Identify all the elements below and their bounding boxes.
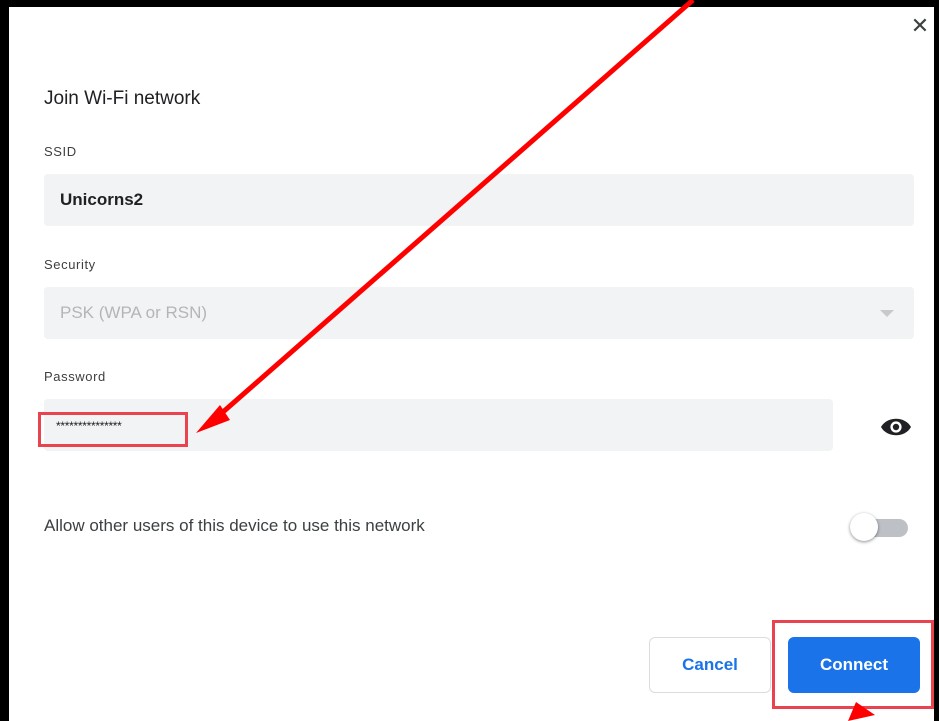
ssid-input[interactable]: Unicorns2 [44, 174, 914, 226]
toggle-knob [850, 513, 878, 541]
password-label: Password [44, 369, 106, 384]
screenshot-frame-top [0, 0, 939, 7]
share-network-toggle[interactable] [850, 512, 910, 542]
connect-button[interactable]: Connect [788, 637, 920, 693]
join-wifi-dialog [9, 7, 934, 721]
close-icon[interactable]: ✕ [907, 13, 933, 39]
security-select[interactable]: PSK (WPA or RSN) [44, 287, 914, 339]
dialog-title: Join Wi-Fi network [44, 88, 201, 109]
password-input[interactable]: *************** [44, 399, 833, 451]
security-label: Security [44, 257, 96, 272]
password-value: *************** [56, 419, 122, 433]
screenshot-frame-right [934, 0, 939, 721]
cancel-button[interactable]: Cancel [649, 637, 771, 693]
ssid-label: SSID [44, 144, 77, 159]
screenshot-frame-left [0, 0, 9, 721]
dropdown-arrow-icon [880, 310, 894, 317]
ssid-value: Unicorns2 [60, 190, 144, 209]
share-network-label: Allow other users of this device to use … [44, 516, 425, 535]
security-value: PSK (WPA or RSN) [60, 303, 208, 322]
eye-icon[interactable] [879, 415, 913, 439]
